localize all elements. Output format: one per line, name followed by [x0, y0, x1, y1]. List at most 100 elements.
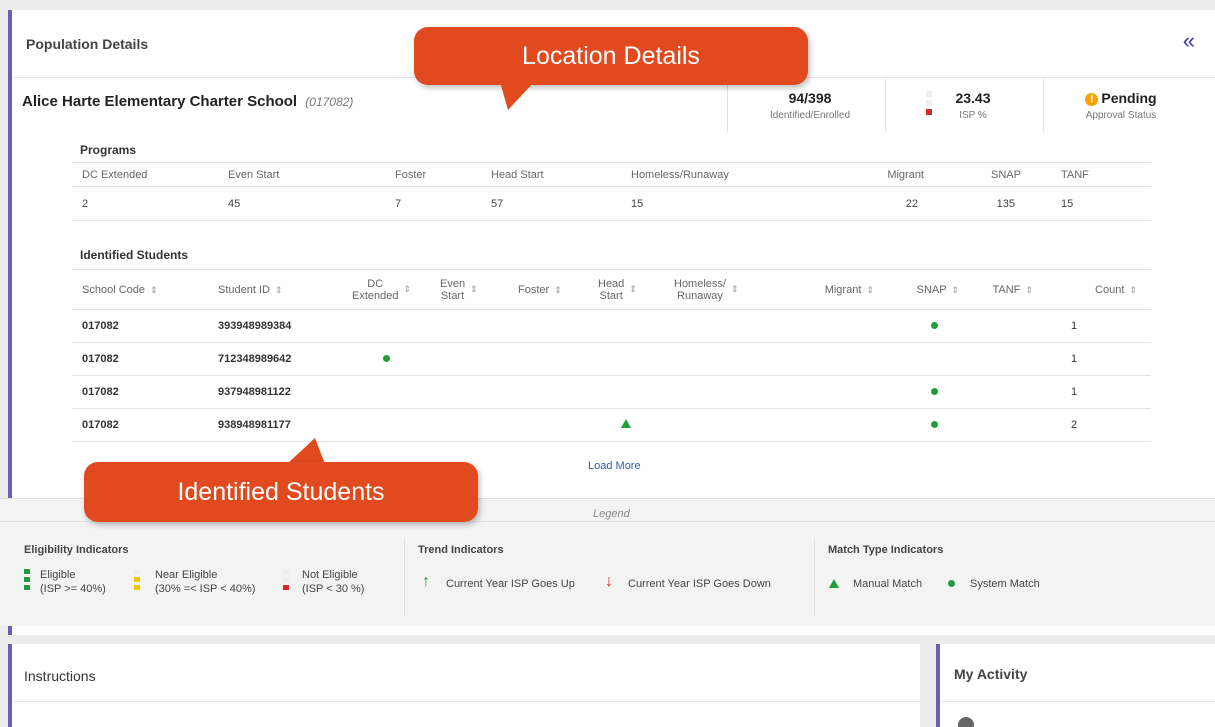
sort-icon[interactable]: ⇕	[554, 285, 562, 295]
col-label-line: Start	[440, 289, 465, 302]
school-name-text: Alice Harte Elementary Charter School	[22, 93, 298, 110]
cell-even-start	[430, 408, 508, 442]
cell-head-start	[588, 342, 664, 376]
cell-head-start	[588, 309, 664, 343]
programs-title: Programs	[80, 143, 137, 157]
stat-divider	[1043, 78, 1044, 132]
location-details-callout: Location Details	[414, 27, 808, 85]
identified-students-table: School Code ⇕ Student ID ⇕ DC Extended ⇕ …	[72, 269, 1151, 442]
cell-even-start	[430, 342, 508, 376]
table-row[interactable]: 017082 938948981177 2	[72, 408, 1151, 442]
instructions-panel: Instructions	[8, 644, 920, 727]
col-school-code[interactable]: School Code ⇕	[72, 269, 208, 310]
cell-homeless	[664, 408, 786, 442]
callout-pointer	[500, 82, 534, 110]
programs-value: 15	[621, 186, 848, 221]
cell-foster	[508, 408, 588, 442]
programs-value: 2	[72, 186, 218, 221]
col-student-id[interactable]: Student ID ⇕	[208, 269, 342, 310]
col-foster[interactable]: Foster ⇕	[508, 269, 588, 310]
warning-icon: !	[1085, 93, 1099, 106]
divider	[940, 701, 1215, 702]
top-strip	[0, 0, 1215, 10]
legend-title: Legend	[593, 508, 630, 520]
col-snap[interactable]: SNAP ⇕	[884, 269, 969, 310]
col-label: Head Start	[598, 278, 624, 302]
table-row[interactable]: 017082 937948981122 1	[72, 375, 1151, 409]
legend-text: Eligible	[40, 569, 76, 581]
table-row[interactable]: 017082 712348989642 1	[72, 342, 1151, 376]
programs-header: DC Extended	[72, 162, 218, 187]
divider	[12, 701, 920, 702]
sort-icon[interactable]: ⇕	[1025, 285, 1033, 295]
col-homeless-runaway[interactable]: Homeless/Runaway ⇕	[664, 269, 786, 310]
table-row[interactable]: 017082 393948989384 1	[72, 309, 1151, 343]
cell-snap	[884, 342, 969, 376]
cell-student-id: 393948989384	[208, 309, 342, 343]
sort-icon[interactable]: ⇕	[150, 285, 158, 295]
sort-icon[interactable]: ⇕	[951, 285, 959, 295]
sort-icon[interactable]: ⇕	[731, 284, 739, 294]
programs-value: 7	[385, 186, 481, 221]
col-count[interactable]: Count ⇕	[1043, 269, 1151, 310]
near-eligible-label: Near Eligible (30% =< ISP < 40%)	[155, 568, 255, 596]
col-even-start[interactable]: Even Start ⇕	[430, 269, 508, 310]
isp-eligibility-bars	[926, 91, 932, 118]
cell-snap	[884, 309, 969, 343]
system-match-icon	[931, 388, 938, 395]
isp-label: ISP %	[959, 110, 987, 121]
system-match-icon	[931, 421, 938, 428]
sort-icon[interactable]: ⇕	[629, 284, 637, 294]
sort-icon[interactable]: ⇕	[866, 285, 874, 295]
cell-tanf	[969, 375, 1043, 409]
arrow-up-icon: ↑	[422, 573, 430, 590]
manual-match-label: Manual Match	[853, 578, 923, 590]
col-label: Foster	[518, 283, 550, 296]
cell-student-id: 712348989642	[208, 342, 342, 376]
col-dc-extended[interactable]: DC Extended ⇕	[342, 269, 430, 310]
programs-value: 135	[958, 186, 1051, 221]
col-migrant[interactable]: Migrant ⇕	[786, 269, 884, 310]
sort-icon[interactable]: ⇕	[404, 284, 412, 294]
col-label-line: DC	[367, 277, 384, 290]
match-type-indicators-title: Match Type Indicators	[828, 544, 944, 556]
programs-value: 45	[218, 186, 385, 221]
school-name: Alice Harte Elementary Charter School (0…	[22, 93, 353, 110]
system-match-icon	[382, 355, 390, 362]
col-label-line: Head	[598, 277, 625, 290]
cell-foster	[508, 309, 588, 343]
col-label: Migrant	[824, 283, 862, 296]
col-tanf[interactable]: TANF ⇕	[969, 269, 1043, 310]
my-activity-panel: My Activity	[936, 644, 1215, 727]
not-eligible-squares	[283, 569, 289, 593]
manual-match-icon	[621, 419, 631, 428]
sort-icon[interactable]: ⇕	[470, 284, 478, 294]
programs-header: TANF	[1051, 162, 1151, 187]
cell-student-id: 937948981122	[208, 375, 342, 409]
cell-even-start	[430, 309, 508, 343]
cell-count: 1	[1043, 375, 1151, 409]
cell-school-code: 017082	[72, 309, 208, 343]
cell-school-code: 017082	[72, 342, 208, 376]
legend-text: (ISP < 30 %)	[302, 583, 365, 595]
col-label: School Code	[82, 283, 145, 296]
col-label: Homeless/Runaway	[674, 278, 726, 302]
cell-student-id: 938948981177	[208, 408, 342, 442]
sort-icon[interactable]: ⇕	[1129, 285, 1137, 295]
my-activity-title: My Activity	[954, 666, 1028, 682]
col-head-start[interactable]: Head Start ⇕	[588, 269, 664, 310]
cell-dc-extended	[342, 375, 430, 409]
col-label: Count	[1095, 283, 1125, 296]
cell-school-code: 017082	[72, 375, 208, 409]
cell-count: 2	[1043, 408, 1151, 442]
cell-even-start	[430, 375, 508, 409]
double-chevron-left-icon[interactable]: «	[1183, 30, 1195, 52]
cell-homeless	[664, 309, 786, 343]
stat-identified: 94/398 Identified/Enrolled	[756, 90, 864, 132]
load-more-link[interactable]: Load More	[588, 460, 641, 472]
sort-icon[interactable]: ⇕	[275, 285, 283, 295]
panel-title: Population Details	[26, 36, 149, 52]
not-eligible-label: Not Eligible (ISP < 30 %)	[302, 568, 364, 596]
programs-value: 22	[848, 186, 958, 221]
cell-tanf	[969, 408, 1043, 442]
